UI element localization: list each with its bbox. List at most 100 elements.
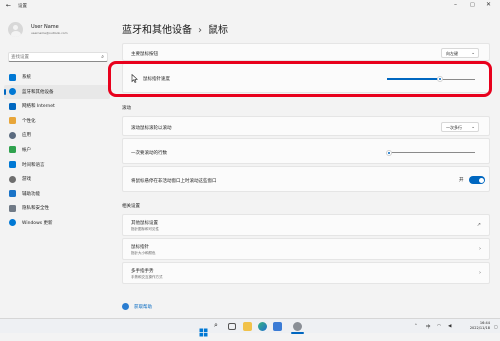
sidebar-item-label: 时间和语言 [22,162,45,168]
taskbar: ⌕ ⌃ 中 ◠ ◀ 16:44 2022/11/18 ▢ [0,318,500,337]
lines-per-scroll-card: 一次要滚动的行数 [122,138,490,164]
chevron-right-icon: › [479,246,481,252]
inactive-scroll-label: 将鼠标悬停在非活动窗口上时滚动这些窗口 [131,178,217,184]
scroll-section-title: 滚动 [122,106,131,111]
input-method-icon[interactable]: 中 [426,324,431,330]
accounts-icon [9,146,16,154]
store-icon[interactable] [273,322,282,331]
windows-update-icon [9,219,16,227]
sidebar-item-label: 蓝牙和其他设备 [22,89,54,95]
sidebar-item-label: 个性化 [22,118,36,124]
bluetooth-icon [9,88,16,96]
related-item-subtitle: 指针图标和可见性 [131,227,159,231]
sidebar-item-label: Windows 更新 [22,220,53,226]
related-item[interactable]: 多手指手势 手势和交互操作方式 › [122,262,490,284]
sidebar-item-label: 系统 [22,75,31,80]
edge-icon[interactable] [258,322,267,331]
related-item-title: 多手指手势 [131,269,154,274]
chevron-right-icon: › [479,270,481,276]
network-icon [9,102,16,110]
sidebar-nav: 系统蓝牙和其他设备 网络和 Internet 个性化应用帐户时间和语言游戏辅助功能隐… [4,70,112,231]
related-item-title: 其他鼠标设置 [131,221,158,226]
primary-button-value: 向左键 [446,51,458,56]
user-profile[interactable]: User Name username@outlook.com [8,20,108,40]
lines-per-scroll-thumb[interactable] [385,149,392,156]
related-section-title: 相关设置 [122,204,140,209]
external-link-icon: ↗ [476,222,481,228]
sidebar-item-label: 游戏 [22,177,31,183]
sidebar-item-label: 辅助功能 [22,191,40,197]
user-name: User Name [31,24,59,30]
breadcrumb: 蓝牙和其他设备 › 鼠标 [122,21,228,36]
related-item[interactable]: 鼠标指针 指针大小和颜色 › [122,238,490,260]
notifications-icon[interactable]: ▢ [494,324,498,329]
window-title: 设置 [18,4,27,9]
sidebar-item-label: 帐户 [22,147,31,153]
related-item-subtitle: 指针大小和颜色 [131,251,156,255]
chevron-down-icon: ⌄ [471,50,475,56]
inactive-scroll-toggle[interactable] [469,176,485,184]
primary-button-label: 主要鼠标按钮 [131,51,158,57]
accessibility-icon [9,190,16,198]
search-input[interactable] [11,54,99,61]
annotation-highlight [108,61,492,97]
privacy-icon [9,204,16,212]
wheel-roll-value: 一次多行 [446,125,462,130]
apps-icon [9,131,16,139]
personalization-icon [9,117,16,125]
search-icon[interactable]: ⌕ [214,321,223,330]
sidebar-item[interactable]: 时间和语言 [4,158,110,172]
toggle-state-label: 开 [459,178,464,183]
sidebar-item[interactable]: 辅助功能 [4,187,110,201]
related-item[interactable]: 其他鼠标设置 指针图标和可见性 ↗ [122,214,490,236]
time-language-icon [9,161,16,169]
lines-per-scroll-label: 一次要滚动的行数 [131,150,167,156]
volume-icon[interactable]: ◀ [448,324,451,329]
sidebar-item-label: 隐私和安全性 [22,206,49,212]
gaming-icon [9,175,16,183]
avatar [8,22,23,37]
wheel-roll-card: 滚动鼠标滚轮以滚动 一次多行 ⌄ [122,116,490,136]
primary-button-card: 主要鼠标按钮 向左键 ⌄ [122,43,490,61]
sidebar-item[interactable]: Windows 更新 [4,216,110,230]
page-title: 鼠标 [208,25,228,36]
main-content: 蓝牙和其他设备 › 鼠标 主要鼠标按钮 向左键 ⌄ 鼠标指针速度 滚动 滚动鼠标滚轮… [118,0,500,318]
sidebar-item[interactable]: 个性化 [4,114,110,128]
breadcrumb-separator: › [198,25,202,36]
breadcrumb-parent[interactable]: 蓝牙和其他设备 [122,25,192,36]
sidebar-item[interactable]: 帐户 [4,143,110,157]
inactive-scroll-card: 将鼠标悬停在非活动窗口上时滚动这些窗口 开 [122,166,490,192]
chevron-up-icon[interactable]: ⌃ [414,324,418,329]
sidebar-item[interactable]: 网络和 Internet [4,99,110,113]
sidebar-item[interactable]: 应用 [4,128,110,142]
related-item-subtitle: 手势和交互操作方式 [131,275,163,279]
clock-date: 2022/11/18 [469,326,490,330]
search-icon: ⌕ [101,54,104,60]
sidebar-item-label: 网络和 Internet [22,104,55,110]
settings-icon[interactable] [293,322,302,331]
wheel-roll-label: 滚动鼠标滚轮以滚动 [131,125,172,131]
clock[interactable]: 16:44 2022/11/18 [464,321,490,331]
get-help-link[interactable]: 获取帮助 [134,304,152,310]
back-arrow-icon[interactable]: ← [6,2,11,9]
wifi-icon[interactable]: ◠ [437,324,441,329]
help-icon [122,303,129,310]
sidebar-item[interactable]: 隐私和安全性 [4,201,110,215]
sidebar-item[interactable]: 系统 [4,70,110,84]
task-view-icon[interactable] [228,323,236,330]
chevron-down-icon: ⌄ [471,124,475,130]
sidebar-item[interactable]: 蓝牙和其他设备 [4,84,110,99]
sidebar-item-label: 应用 [22,133,31,139]
settings-window: ← 设置 – □ ✕ User Name username@outlook.co… [0,0,500,318]
related-item-title: 鼠标指针 [131,245,149,250]
active-indicator [4,88,6,95]
system-icon [9,73,16,81]
sidebar-item[interactable]: 游戏 [4,172,110,186]
file-explorer-icon[interactable] [243,322,252,331]
primary-button-dropdown[interactable]: 向左键 ⌄ [441,47,479,58]
lines-per-scroll-track[interactable] [387,152,475,153]
user-email: username@outlook.com [31,31,68,35]
search-box[interactable]: ⌕ [8,52,108,62]
wheel-roll-dropdown[interactable]: 一次多行 ⌄ [441,121,479,132]
windows-start-icon[interactable] [199,322,208,337]
